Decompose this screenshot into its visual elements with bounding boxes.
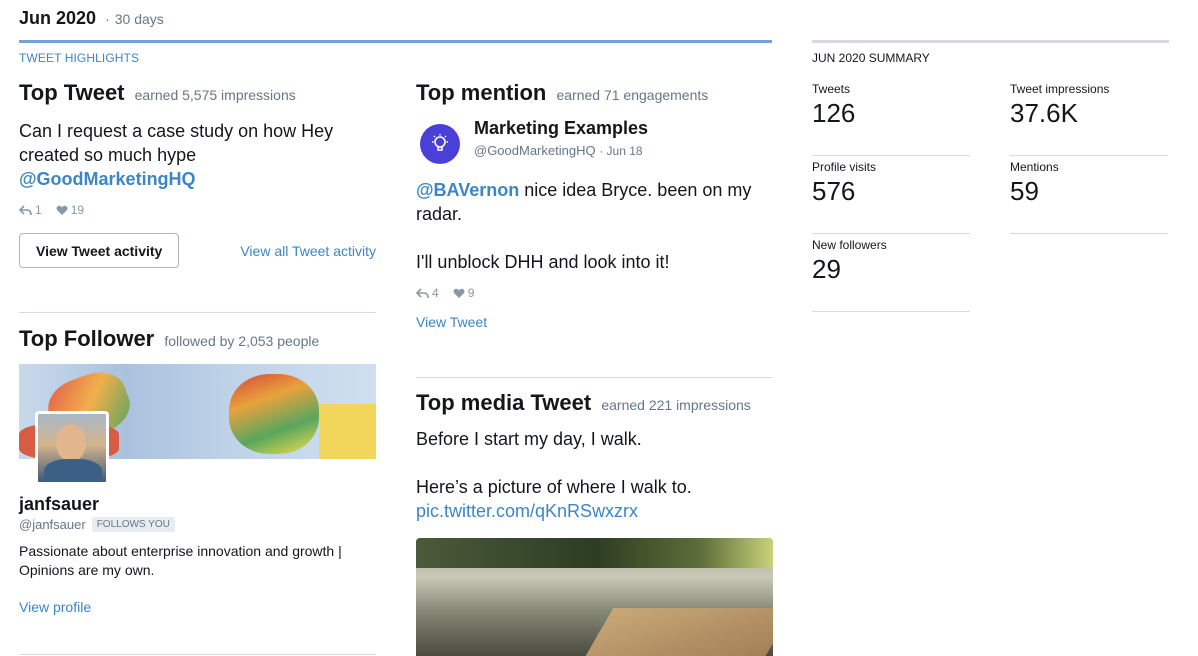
summary-tweets-label: Tweets	[812, 82, 851, 96]
media-body-2: Here’s a picture of where I walk to.	[416, 477, 692, 497]
image-treeline	[416, 538, 773, 568]
tweet-actions: View Tweet activity View all Tweet activ…	[19, 233, 376, 268]
top-follower-card: Top Follower followed by 2,053 people ja…	[19, 326, 376, 615]
mention-author-handle-row: @GoodMarketingHQ · Jun 18	[474, 143, 648, 158]
highlights-section-label: TWEET HIGHLIGHTS	[19, 51, 140, 65]
top-follower-subtitle: followed by 2,053 people	[164, 333, 320, 349]
summary-tweets: Tweets 126	[812, 78, 970, 156]
reply-stat: 1	[19, 203, 42, 217]
media-tweet-image[interactable]	[416, 538, 773, 656]
top-tweet-stats: 1 19	[19, 203, 376, 217]
top-tweet-body: Can I request a case study on how Hey cr…	[19, 121, 334, 165]
mention-text: @BAVernon nice idea Bryce. been on my ra…	[416, 178, 773, 274]
top-mention-subtitle: earned 71 engagements	[556, 87, 709, 103]
top-tweet-mention-link[interactable]: @GoodMarketingHQ	[19, 167, 376, 191]
avatar-face	[56, 424, 86, 462]
summary-mentions: Mentions 59	[1010, 156, 1168, 234]
highlights-divider	[19, 40, 772, 43]
top-tweet-heading: Top Tweet earned 5,575 impressions	[19, 80, 376, 106]
mention-stats: 4 9	[416, 286, 773, 300]
section-divider	[416, 377, 773, 378]
top-media-title: Top media Tweet	[416, 390, 592, 415]
top-tweet-subtitle: earned 5,575 impressions	[134, 87, 296, 103]
follower-name[interactable]: janfsauer	[19, 494, 376, 515]
title-separator: ·	[105, 11, 110, 27]
follower-handle-row: @janfsauer FOLLOWS YOU	[19, 517, 376, 532]
like-count: 19	[70, 203, 85, 217]
reply-icon	[416, 287, 429, 298]
mention-paragraph-1: @BAVernon nice idea Bryce. been on my ra…	[416, 178, 773, 226]
mention-avatar[interactable]	[420, 124, 460, 164]
view-profile-link[interactable]: View profile	[19, 599, 376, 615]
summary-tweets-value: 126	[812, 98, 856, 128]
like-count: 9	[467, 286, 475, 300]
mention-body-2: I'll unblock DHH and look into it!	[416, 252, 670, 272]
banner-paint-2	[229, 374, 319, 454]
top-follower-title: Top Follower	[19, 326, 155, 351]
like-stat: 9	[453, 286, 475, 300]
month-label: Jun 2020	[19, 8, 97, 28]
top-media-tweet-card: Top media Tweet earned 221 impressions B…	[416, 390, 773, 656]
media-body-1: Before I start my day, I walk.	[416, 429, 642, 449]
mention-author-name[interactable]: Marketing Examples	[474, 118, 648, 139]
period-label: 30 days	[114, 11, 164, 27]
view-tweet-link[interactable]: View Tweet	[416, 314, 773, 330]
top-mention-card: Top mention earned 71 engagements Market…	[416, 80, 773, 330]
top-mention-heading: Top mention earned 71 engagements	[416, 80, 773, 106]
section-divider	[19, 654, 376, 655]
summary-impressions-value: 37.6K	[1010, 98, 1078, 128]
banner-paint-3	[319, 404, 376, 459]
page-title: Jun 2020 · 30 days	[19, 8, 164, 29]
top-tweet-text: Can I request a case study on how Hey cr…	[19, 119, 376, 191]
summary-impressions-label: Tweet impressions	[1010, 82, 1110, 96]
view-tweet-activity-button[interactable]: View Tweet activity	[19, 233, 180, 268]
follows-you-badge: FOLLOWS YOU	[91, 517, 175, 532]
summary-section-label: JUN 2020 SUMMARY	[812, 51, 930, 65]
top-tweet-title: Top Tweet	[19, 80, 125, 105]
reply-count: 4	[432, 286, 439, 300]
follower-avatar[interactable]	[35, 411, 109, 485]
mention-author-handle: @GoodMarketingHQ	[474, 143, 596, 158]
top-tweet-card: Top Tweet earned 5,575 impressions Can I…	[19, 80, 376, 268]
summary-divider	[812, 40, 1169, 43]
summary-mentions-value: 59	[1010, 176, 1039, 206]
avatar-shirt	[44, 459, 102, 482]
mention-author: Marketing Examples @GoodMarketingHQ · Ju…	[416, 118, 773, 164]
mention-date: · Jun 18	[599, 144, 643, 158]
top-media-heading: Top media Tweet earned 221 impressions	[416, 390, 773, 416]
top-media-subtitle: earned 221 impressions	[601, 397, 751, 413]
summary-new-followers: New followers 29	[812, 234, 970, 312]
top-mention-title: Top mention	[416, 80, 547, 105]
follower-bio: Passionate about enterprise innovation a…	[19, 543, 342, 578]
mention-handle-link[interactable]: @BAVernon	[416, 180, 519, 200]
heart-icon	[56, 205, 68, 215]
top-follower-heading: Top Follower followed by 2,053 people	[19, 326, 376, 352]
reply-count: 1	[35, 203, 42, 217]
summary-followers-label: New followers	[812, 238, 887, 252]
media-tweet-text: Before I start my day, I walk. Here’s a …	[416, 427, 773, 523]
image-riverbank	[578, 608, 773, 656]
lightbulb-icon	[432, 134, 448, 151]
follower-handle: @janfsauer	[19, 517, 86, 532]
reply-stat: 4	[416, 286, 439, 300]
summary-visits-value: 576	[812, 176, 856, 206]
summary-profile-visits: Profile visits 576	[812, 156, 970, 234]
summary-mentions-label: Mentions	[1010, 160, 1059, 174]
reply-icon	[19, 204, 32, 215]
heart-icon	[453, 288, 465, 298]
view-all-tweet-activity-link[interactable]: View all Tweet activity	[240, 243, 376, 259]
media-picture-link[interactable]: pic.twitter.com/qKnRSwxzrx	[416, 501, 638, 521]
summary-impressions: Tweet impressions 37.6K	[1010, 78, 1168, 156]
section-divider	[19, 312, 376, 313]
summary-visits-label: Profile visits	[812, 160, 877, 174]
like-stat: 19	[56, 203, 84, 217]
mention-author-info: Marketing Examples @GoodMarketingHQ · Ju…	[474, 118, 648, 158]
summary-followers-value: 29	[812, 254, 841, 284]
